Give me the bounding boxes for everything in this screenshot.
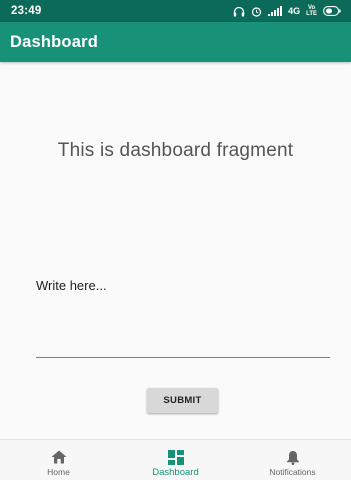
nav-label-notifications: Notifications xyxy=(269,467,316,477)
volte-badge: Vo LTE xyxy=(306,5,317,17)
dashboard-icon xyxy=(167,449,184,465)
nav-label-dashboard: Dashboard xyxy=(152,467,199,478)
page-title: Dashboard xyxy=(10,32,98,51)
signal-icon xyxy=(268,6,283,16)
submit-button[interactable]: SUBMIT xyxy=(147,388,218,413)
nav-item-home[interactable]: Home xyxy=(0,440,117,480)
nav-item-dashboard[interactable]: Dashboard xyxy=(117,440,234,480)
nav-label-home: Home xyxy=(47,467,70,477)
nav-item-notifications[interactable]: Notifications xyxy=(234,440,351,480)
battery-icon xyxy=(323,6,341,16)
headphones-icon xyxy=(233,6,245,17)
alarm-icon xyxy=(251,6,262,17)
status-bar: 23:49 4G Vo LTE xyxy=(0,0,351,22)
write-input[interactable] xyxy=(36,278,330,358)
network-type: 4G xyxy=(288,6,301,16)
input-container xyxy=(36,278,330,363)
status-icons: 4G Vo LTE xyxy=(233,5,341,17)
bottom-navigation: Home Dashboard Notifications xyxy=(0,439,351,480)
fragment-label: This is dashboard fragment xyxy=(57,140,294,161)
bell-icon xyxy=(286,449,300,465)
app-bar: Dashboard xyxy=(0,22,351,62)
home-icon xyxy=(51,449,67,465)
status-time: 23:49 xyxy=(11,5,42,17)
